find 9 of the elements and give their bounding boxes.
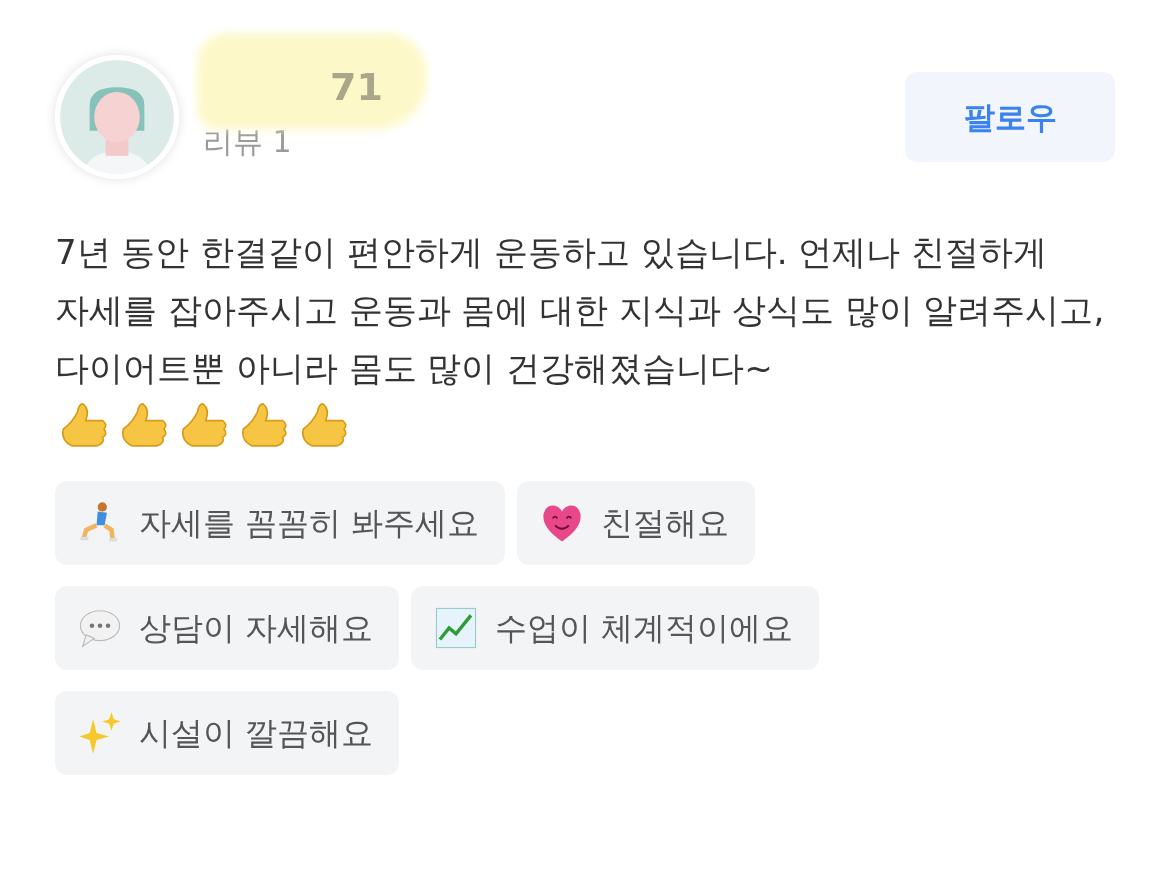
review-count: 리뷰 1 — [203, 123, 293, 161]
tag-label: 자세를 꼼꼼히 봐주세요 — [139, 503, 480, 544]
tag-label: 상담이 자세해요 — [139, 608, 374, 649]
tag-label: 수업이 체계적이에요 — [495, 608, 794, 649]
review-text: 7년 동안 한결같이 편안하게 운동하고 있습니다. 언제나 친절하게 자세를 잡아주시고 운동과 몸에 대한 지식과 상식도 많이 알려주시고, 다이어트뿐 아니라 몸도 많이 건강해졌습니다~ — [55, 231, 1106, 390]
follow-button[interactable]: 팔로우 — [905, 72, 1115, 162]
username: 71 — [330, 64, 383, 111]
tag-label: 친절해요 — [601, 503, 730, 544]
tag-label: 시설이 깔끔해요 — [139, 713, 374, 754]
